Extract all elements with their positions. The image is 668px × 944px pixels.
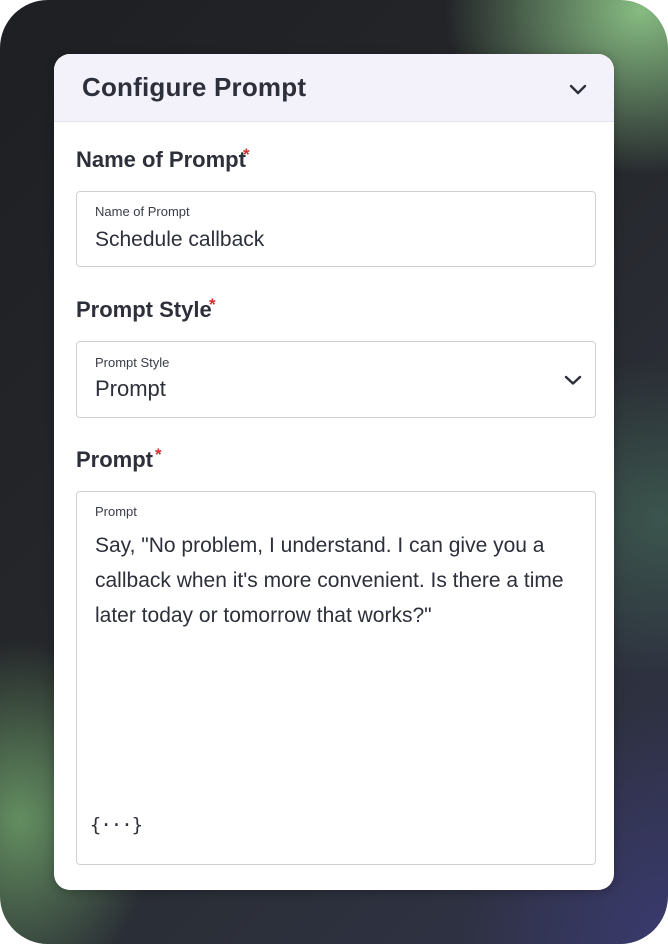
prompt-style-label: Prompt Style [76, 297, 212, 322]
prompt-label: Prompt [76, 447, 153, 472]
collapse-button[interactable] [562, 74, 594, 106]
prompt-style-dropdown-toggle[interactable] [559, 366, 587, 394]
name-of-prompt-label: Name of Prompt [76, 147, 246, 172]
curly-braces-variable-icon: {···} [89, 814, 143, 836]
required-asterisk: * [209, 295, 216, 314]
insert-variable-button[interactable]: {···} [90, 810, 143, 840]
prompt-text[interactable]: Say, "No problem, I understand. I can gi… [95, 528, 565, 633]
prompt-style-select[interactable]: Prompt Style Prompt [76, 341, 596, 418]
prompt-style-selected-value: Prompt [95, 376, 166, 401]
name-of-prompt-field[interactable]: Name of Prompt Schedule callback [76, 191, 596, 267]
panel-header[interactable]: Configure Prompt [54, 54, 614, 122]
prompt-floating-label: Prompt [95, 504, 137, 519]
panel-title: Configure Prompt [82, 72, 307, 102]
required-asterisk: * [155, 445, 162, 464]
name-of-prompt-floating-label: Name of Prompt [95, 204, 190, 219]
chevron-down-icon [569, 84, 587, 95]
name-of-prompt-input[interactable]: Schedule callback [95, 228, 264, 252]
configure-prompt-panel: Configure Prompt Name of Prompt * Name o… [54, 54, 614, 890]
prompt-style-floating-label: Prompt Style [95, 355, 170, 370]
required-asterisk: * [243, 145, 250, 164]
device-frame: Configure Prompt Name of Prompt * Name o… [0, 0, 668, 944]
chevron-down-icon [564, 375, 582, 385]
prompt-textarea[interactable]: Prompt Say, "No problem, I understand. I… [76, 491, 596, 865]
